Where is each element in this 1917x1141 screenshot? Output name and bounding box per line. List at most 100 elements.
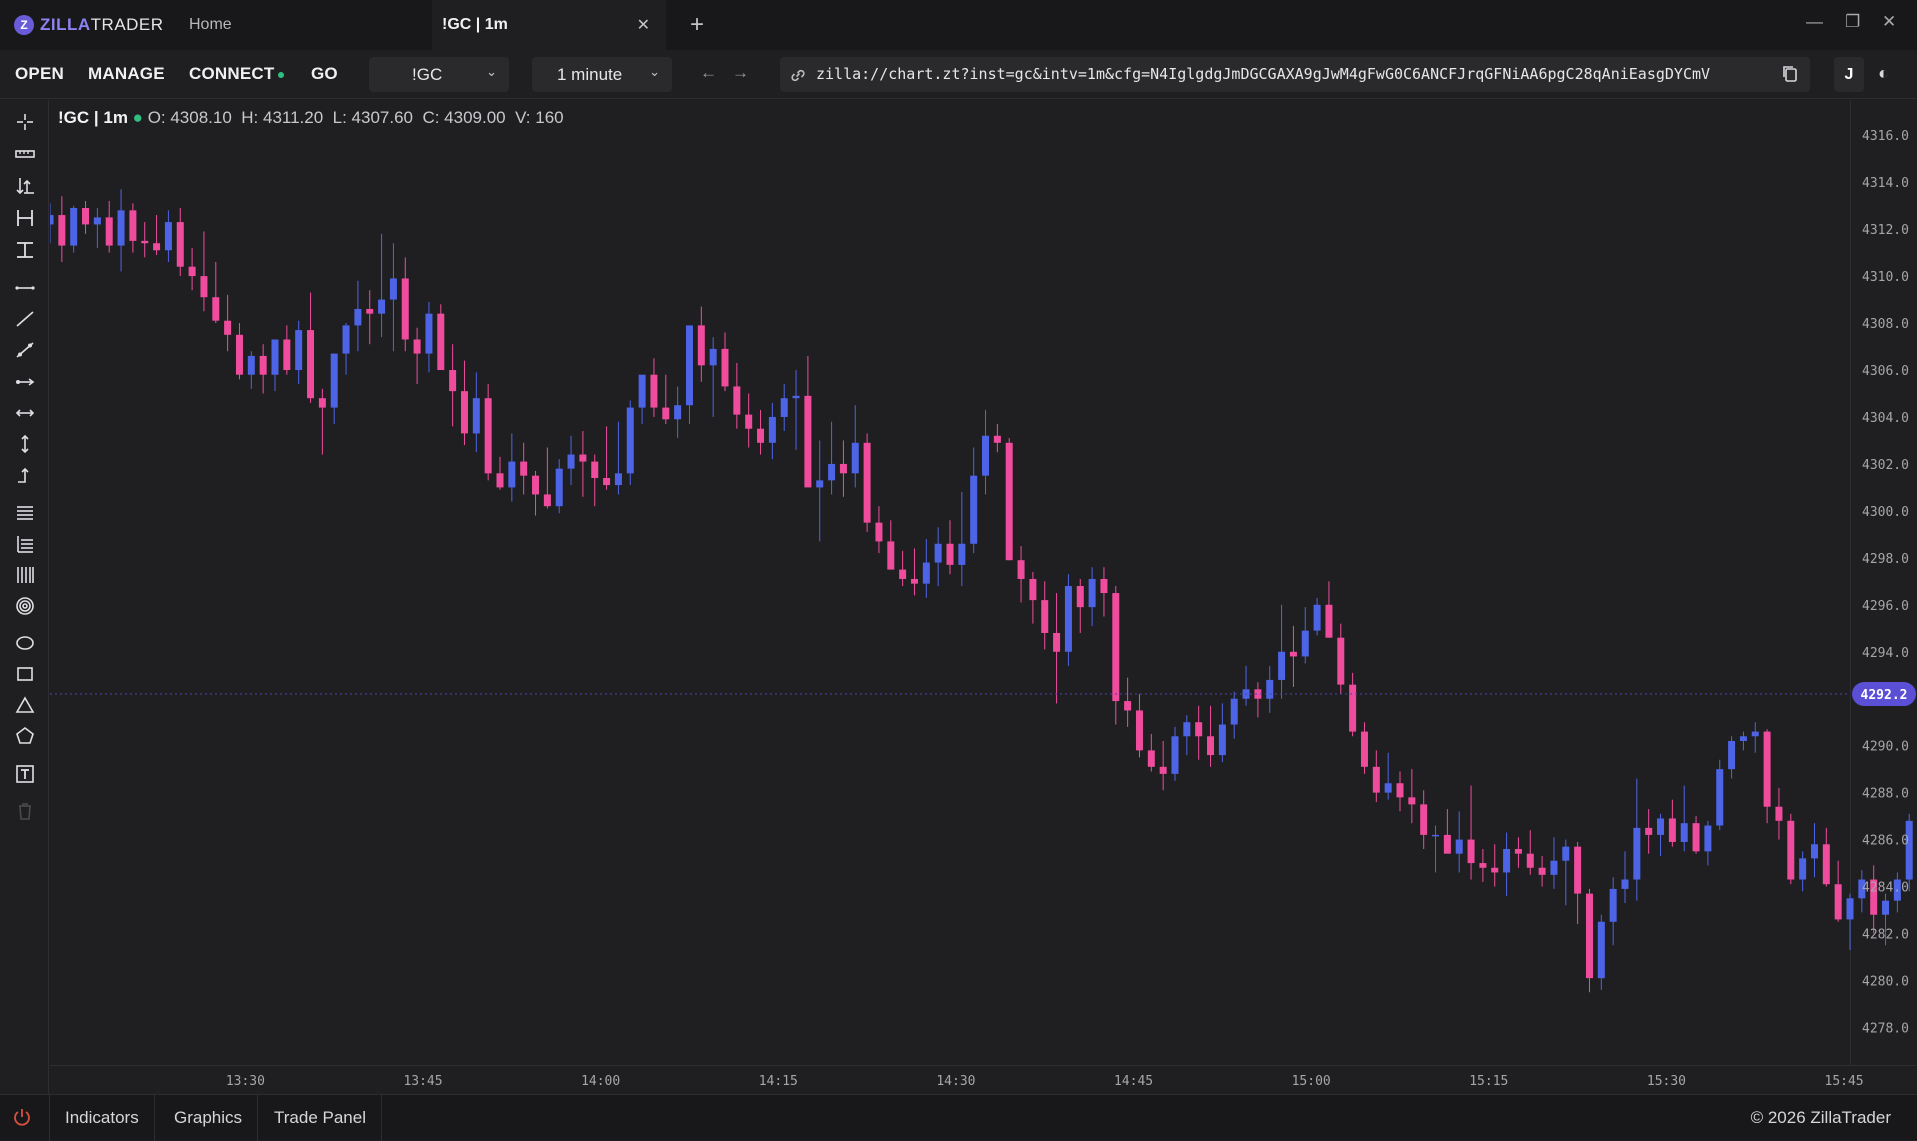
candle-body xyxy=(1443,834,1451,854)
horizontal-lines-icon[interactable] xyxy=(14,502,36,524)
drawing-tools-sidebar xyxy=(0,100,49,1094)
candlestick-chart[interactable]: 4292.2 4316.0 4314.0 4312.0 4310.0 4308.0 430… xyxy=(46,100,1917,1094)
theme-toggle-icon[interactable]: ◐ xyxy=(1878,63,1889,84)
time-tick-label: 13:30 xyxy=(226,1074,265,1089)
tab-home[interactable]: Home xyxy=(180,0,430,50)
price-tick-label: 4316.0 xyxy=(1862,129,1909,144)
tab-gc-1m[interactable]: !GC | 1m ✕ xyxy=(432,0,666,50)
candle xyxy=(745,393,753,448)
horizontal-range-icon[interactable] xyxy=(14,207,36,229)
close-window-icon[interactable]: ✕ xyxy=(1882,12,1896,32)
menu-go[interactable]: GO xyxy=(311,64,338,84)
restore-icon[interactable]: ❐ xyxy=(1845,12,1860,32)
text-box-icon[interactable] xyxy=(14,763,36,785)
step-arrow-icon[interactable] xyxy=(14,464,36,486)
candle xyxy=(82,200,90,234)
forward-arrow-icon[interactable]: → xyxy=(732,63,749,83)
ray-icon[interactable] xyxy=(14,371,36,393)
graphics-button[interactable]: Graphics xyxy=(159,1095,259,1141)
candle-body xyxy=(614,473,622,486)
horizontal-line-icon[interactable] xyxy=(14,277,36,299)
candle xyxy=(1278,604,1286,699)
candle-body xyxy=(141,240,149,244)
candle-body xyxy=(1313,604,1321,631)
close-tab-icon[interactable]: ✕ xyxy=(637,15,650,35)
price-tick-label: 4312.0 xyxy=(1862,223,1909,238)
chart-grid xyxy=(50,100,1917,1066)
ellipse-icon[interactable] xyxy=(14,632,36,654)
chart-area[interactable]: 4292.2 4316.0 4314.0 4312.0 4310.0 4308.0 430… xyxy=(46,100,1917,1094)
candle-body xyxy=(697,325,705,366)
candle-body xyxy=(1846,898,1854,920)
price-tick-label: 4298.0 xyxy=(1862,552,1909,567)
candle xyxy=(1396,771,1404,812)
candle-body xyxy=(958,543,966,565)
sort-arrows-icon[interactable] xyxy=(14,175,36,197)
time-tick-label: 15:30 xyxy=(1647,1074,1686,1089)
candle-body xyxy=(1763,731,1771,807)
target-icon[interactable] xyxy=(14,595,36,617)
rectangle-icon[interactable] xyxy=(14,663,36,685)
vertical-arrow-icon[interactable] xyxy=(14,433,36,455)
vertical-lines-icon[interactable] xyxy=(14,564,36,586)
candle-body xyxy=(1053,632,1061,652)
candle xyxy=(922,539,930,598)
menu-manage[interactable]: MANAGE xyxy=(88,64,165,84)
interval-select[interactable]: 1 minute ⌄ xyxy=(532,57,672,92)
candle-body xyxy=(982,435,990,476)
candle-body xyxy=(1645,827,1653,835)
candle xyxy=(887,520,895,570)
indicators-button[interactable]: Indicators xyxy=(49,1095,155,1141)
instrument-select[interactable]: !GC ⌄ xyxy=(369,57,509,92)
copyright-text: © 2026 ZillaTrader xyxy=(1750,1108,1891,1127)
candle xyxy=(1171,726,1179,781)
menu-open[interactable]: OPEN xyxy=(15,64,64,84)
candle xyxy=(1041,581,1049,650)
pentagon-icon[interactable] xyxy=(14,725,36,747)
triangle-icon[interactable] xyxy=(14,694,36,716)
trend-line-icon[interactable] xyxy=(14,308,36,330)
menu-connect[interactable]: CONNECT xyxy=(189,64,285,84)
candle xyxy=(1325,581,1333,638)
instrument-select-value: !GC xyxy=(412,64,443,84)
candle-body xyxy=(508,461,516,488)
candle xyxy=(46,203,54,244)
grid-lines-icon[interactable] xyxy=(14,533,36,555)
new-tab-icon[interactable]: + xyxy=(690,11,704,39)
copy-url-icon[interactable] xyxy=(1780,63,1800,85)
power-icon[interactable] xyxy=(12,1107,32,1127)
trade-panel-button[interactable]: Trade Panel xyxy=(259,1095,382,1141)
candle xyxy=(117,189,125,272)
vertical-range-icon[interactable] xyxy=(14,239,36,261)
candle xyxy=(1360,722,1368,774)
ohlc-legend: !GC | 1m ● O: 4308.10 H: 4311.20 L: 4307… xyxy=(58,108,564,128)
candle xyxy=(1443,809,1451,854)
candle-body xyxy=(271,339,279,375)
extended-line-icon[interactable] xyxy=(14,339,36,361)
chevron-down-icon: ⌄ xyxy=(649,64,660,79)
time-axis[interactable]: 13:30 13:45 14:00 14:15 14:30 14:45 15:00 15:15… xyxy=(226,1074,1917,1089)
candle-body xyxy=(46,215,54,225)
candle xyxy=(129,203,137,253)
back-arrow-icon[interactable]: ← xyxy=(700,63,717,83)
minimize-icon[interactable]: — xyxy=(1806,12,1823,32)
trash-icon[interactable] xyxy=(14,800,36,822)
candle xyxy=(614,421,622,495)
candle-body xyxy=(472,398,480,434)
candle-body xyxy=(1668,818,1676,842)
crosshair-icon[interactable] xyxy=(14,111,36,133)
candle xyxy=(93,208,101,248)
candle xyxy=(863,433,871,533)
last-price-label: 4292.2 xyxy=(1861,688,1908,703)
ruler-icon[interactable] xyxy=(14,143,36,165)
j-button[interactable]: J xyxy=(1834,57,1864,92)
candle-body xyxy=(934,543,942,563)
candle-body xyxy=(816,480,824,488)
arrow-both-icon[interactable] xyxy=(14,402,36,424)
candle-body xyxy=(188,266,196,277)
candle-body xyxy=(153,243,161,251)
chart-url-field[interactable]: zilla://chart.zt?inst=gc&intv=1m&cfg=N4I… xyxy=(780,57,1810,92)
candle-body xyxy=(1751,731,1759,737)
candle-body xyxy=(1905,820,1913,880)
candle xyxy=(1384,752,1392,800)
